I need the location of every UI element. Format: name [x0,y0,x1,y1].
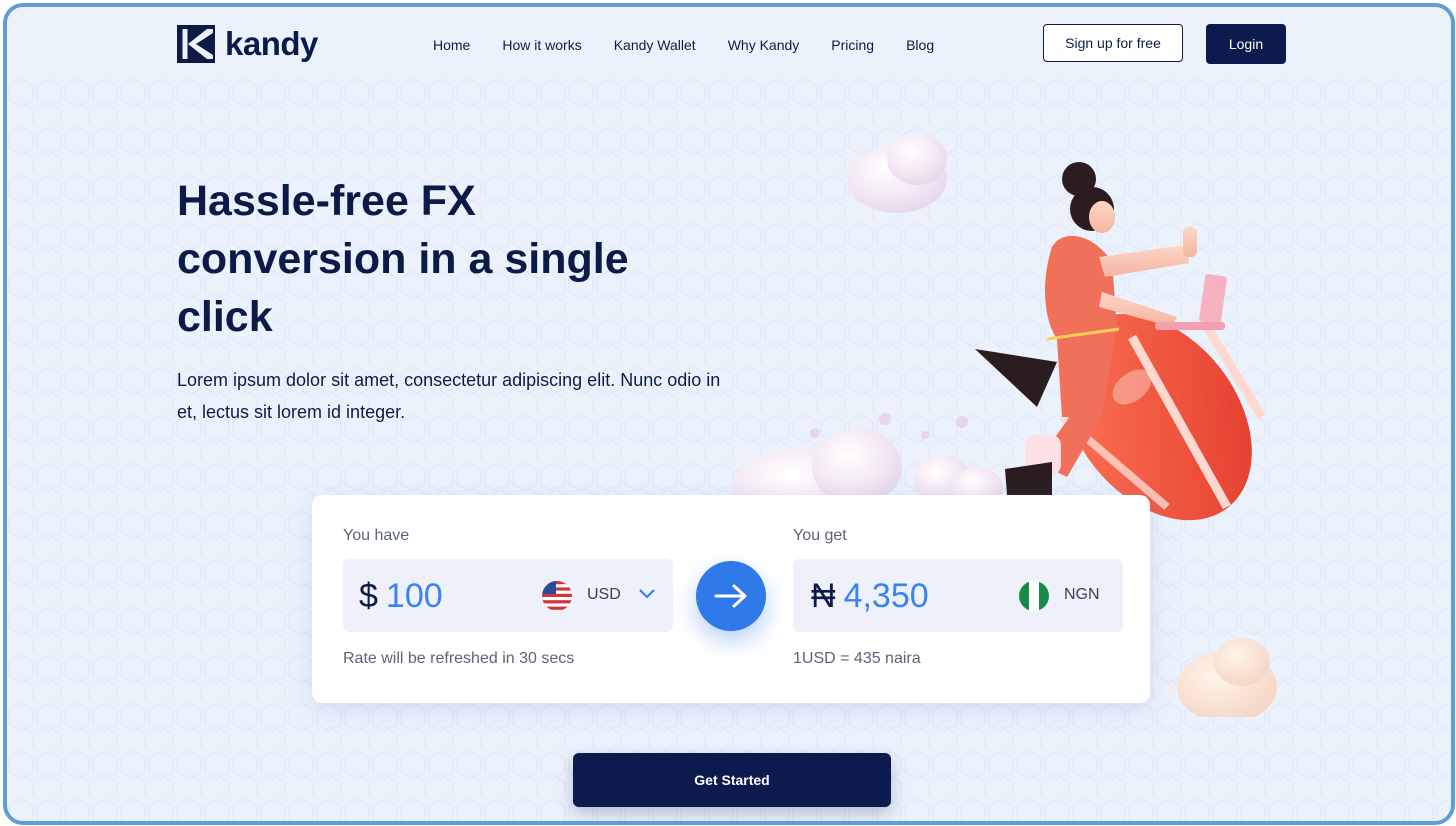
signup-button[interactable]: Sign up for free [1043,24,1183,62]
nav-blog[interactable]: Blog [906,37,934,53]
get-amount-value: 4,350 [843,577,929,615]
nav-how-it-works[interactable]: How it works [502,37,581,53]
cloud-top [847,133,947,213]
brand-logo[interactable]: kandy [177,25,318,63]
chevron-down-icon[interactable] [639,589,655,599]
you-get-label: You get [793,527,847,544]
have-currency-code[interactable]: USD [587,586,621,604]
login-button[interactable]: Login [1206,24,1286,64]
hero-headline: Hassle-free FX conversion in a single cl… [177,177,629,341]
rate-refresh-note: Rate will be refreshed in 30 secs [343,650,575,667]
get-amount: ₦ 4,350 [811,577,929,616]
nav-kandy-wallet[interactable]: Kandy Wallet [614,37,696,53]
nav-home[interactable]: Home [433,37,470,53]
get-started-button[interactable]: Get Started [573,753,891,807]
fx-converter-card: You have $100 USD You get ₦ 4,350 NGN Ra… [312,495,1150,703]
arrow-right-icon [714,584,747,608]
brand-name: kandy [225,25,318,62]
get-amount-field[interactable]: ₦ 4,350 NGN [793,559,1123,632]
have-amount-value[interactable]: 100 [386,577,443,615]
naira-symbol: ₦ [811,577,836,615]
cloud-bottom-right [1177,638,1277,717]
rocket-fin [975,349,1057,407]
kandy-k-icon [177,25,215,63]
have-amount-field[interactable]: $100 USD [343,559,673,632]
hero-subtext: Lorem ipsum dolor sit amet, consectetur … [177,370,721,422]
you-have-label: You have [343,527,410,544]
get-currency-code[interactable]: NGN [1064,586,1100,604]
convert-button[interactable] [696,561,766,631]
us-flag-icon [542,581,572,611]
exchange-rate-note: 1USD = 435 naira [793,650,921,667]
nigeria-flag-icon [1019,581,1049,611]
have-amount[interactable]: $100 [359,577,443,616]
main-nav: Home How it works Kandy Wallet Why Kandy… [433,37,966,53]
dollar-symbol: $ [359,577,378,615]
page-frame: kandy Home How it works Kandy Wallet Why… [3,3,1455,825]
nav-pricing[interactable]: Pricing [831,37,874,53]
nav-why-kandy[interactable]: Why Kandy [728,37,800,53]
